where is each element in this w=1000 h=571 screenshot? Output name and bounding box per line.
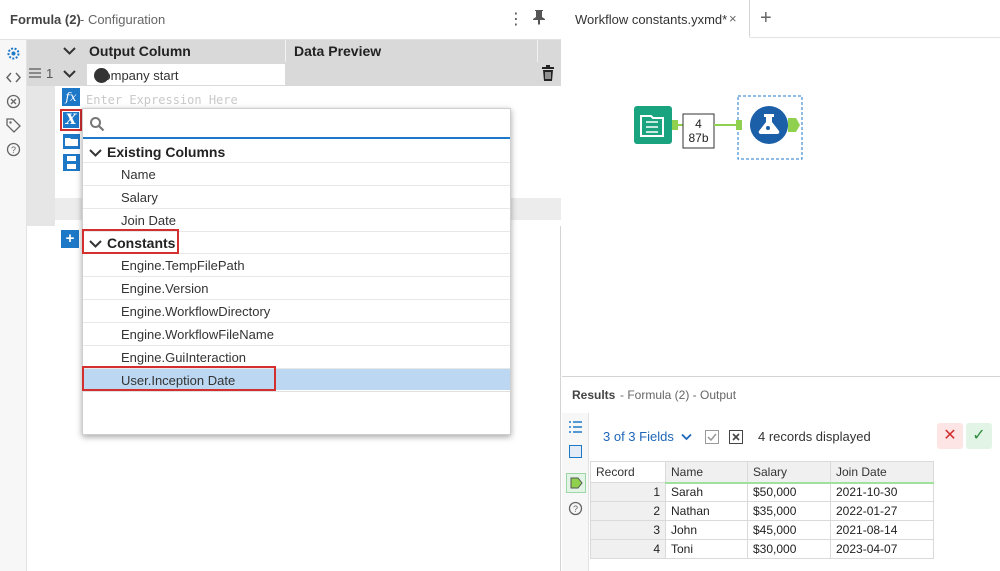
list-icon[interactable] [569,421,582,436]
functions-icon[interactable]: fx [62,88,80,106]
chevron-down-icon [89,146,102,161]
column-header-salary[interactable]: Salary [747,461,831,484]
fields-selector[interactable]: 3 of 3 Fields [603,429,693,444]
selected-constant-highlight-box [82,366,276,391]
formula-tool[interactable] [736,95,803,160]
formula-grid-header: Output Column Data Preview [27,40,561,62]
table-row[interactable]: 3 John $45,000 2021-08-14 [590,520,934,540]
folder-icon[interactable] [63,134,80,149]
configuration-title-bar: Formula (2) - Configuration ⋮ [0,0,561,40]
columns-constants-popup: Existing Columns Name Salary Join Date C… [82,108,511,435]
column-header-record[interactable]: Record [590,461,666,483]
row-number: 1 [46,66,54,81]
deselect-icon[interactable] [729,430,743,447]
list-item[interactable]: Engine.WorkflowDirectory [83,299,510,321]
checkbox-icon[interactable] [705,430,719,447]
tag-icon[interactable] [6,118,21,133]
list-item[interactable]: Name [83,162,510,184]
formula-row: 1 Company start × [27,62,561,86]
results-table: Record Name Salary Join Date 1 Sarah $50… [590,461,934,559]
search-icon [89,116,105,135]
close-icon[interactable]: × [729,11,737,26]
popup-search-input[interactable] [83,109,510,139]
configuration-panel: Formula (2) - Configuration ⋮ ? Output C… [0,0,561,571]
results-side-toolbar: ? [562,413,589,571]
connector-size: 87b [688,131,708,145]
variable-icon: X [63,112,79,128]
chevron-down-icon [681,433,693,441]
panel-title: Formula (2) [10,12,81,27]
results-subtitle: - Formula (2) - Output [620,388,737,402]
list-item[interactable]: Join Date [83,208,510,230]
results-title: Results [572,388,616,402]
input-data-tool[interactable] [634,106,678,144]
chevron-down-icon[interactable] [63,67,76,82]
list-item[interactable]: Engine.Version [83,276,510,298]
code-icon[interactable] [5,70,22,85]
list-item[interactable]: Salary [83,185,510,207]
panel-subtitle: - Configuration [80,12,166,27]
pin-icon[interactable] [532,9,546,28]
trash-icon[interactable] [541,65,555,84]
svg-text:?: ? [573,504,578,514]
clear-icon[interactable]: × [94,68,109,83]
table-row[interactable]: 1 Sarah $50,000 2021-10-30 [590,482,934,502]
workflow-panel: Workflow constants.yxmd* × + 4 87b Resul… [562,0,1000,571]
drag-handle-icon[interactable] [29,68,41,80]
help-icon[interactable]: ? [568,501,583,519]
more-options-icon[interactable]: ⋮ [508,9,524,29]
tab-label: Workflow constants.yxmd* [575,12,728,27]
column-header-join-date[interactable]: Join Date [830,461,934,484]
table-row[interactable]: 2 Nathan $35,000 2022-01-27 [590,501,934,521]
add-formula-button[interactable]: + [61,230,79,248]
confirm-button[interactable]: ✓ [966,423,992,449]
config-side-toolbar: ? [0,40,27,571]
cancel-button[interactable]: ✕ [937,423,963,449]
save-icon[interactable] [63,154,80,171]
expression-placeholder[interactable]: Enter Expression Here [86,93,238,107]
columns-and-constants-button[interactable]: X [60,109,82,131]
workflow-canvas[interactable]: 4 87b [562,38,1000,376]
output-anchor-icon[interactable] [566,473,586,493]
connector-record-count: 4 [695,117,702,131]
data-preview-header: Data Preview [294,43,382,59]
section-existing-columns[interactable]: Existing Columns [83,141,510,163]
connection-progress-icon: 4 87b [678,113,736,149]
constants-highlight-box [82,229,179,254]
output-column-field[interactable]: Company start × [87,64,285,85]
help-icon[interactable]: ? [6,142,21,157]
gear-icon[interactable] [6,46,21,61]
new-tab-button[interactable]: + [760,7,772,30]
column-header-name[interactable]: Name [665,461,748,484]
tab-workflow[interactable]: Workflow constants.yxmd* × [562,0,750,38]
list-item[interactable]: Engine.GuiInteraction [83,345,510,367]
list-item[interactable]: Engine.TempFilePath [83,253,510,275]
tab-bar: Workflow constants.yxmd* × + [562,0,1000,38]
table-row[interactable]: 4 Toni $30,000 2023-04-07 [590,539,934,559]
table-icon[interactable] [569,445,582,461]
annotation-icon[interactable] [6,94,21,109]
list-item[interactable]: Engine.WorkflowFileName [83,322,510,344]
output-column-header: Output Column [89,43,191,59]
records-displayed: 4 records displayed [758,429,871,444]
results-panel: Results - Formula (2) - Output ? 3 of 3 … [562,376,1000,571]
svg-text:?: ? [11,145,16,155]
collapse-all-chevron-icon[interactable] [63,44,76,59]
